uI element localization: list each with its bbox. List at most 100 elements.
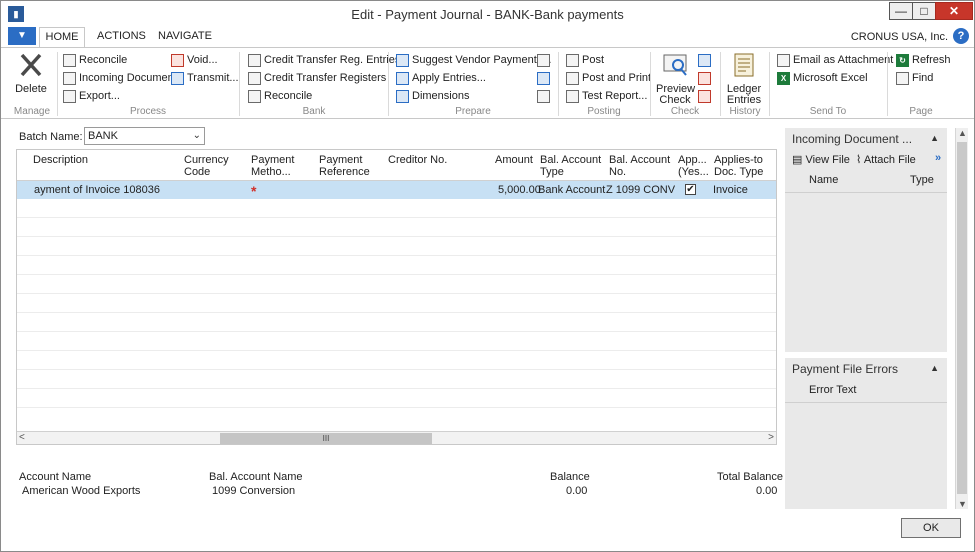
maximize-button[interactable]: □	[912, 2, 936, 20]
check-extra-button-3[interactable]	[698, 88, 714, 104]
view-file-button[interactable]: ▤ View File	[792, 153, 850, 166]
col-payment-method[interactable]: Payment Metho...	[251, 154, 294, 178]
col-label-line2: (Yes...	[678, 166, 709, 178]
collapse-caret-icon[interactable]: ▲	[930, 133, 939, 143]
post-and-print-button[interactable]: Post and Print	[566, 70, 651, 86]
vertical-scrollbar[interactable]: ▲ ▼	[955, 128, 968, 509]
cell-description[interactable]: ayment of Invoice 108036	[34, 184, 160, 196]
app-menu-button[interactable]: ▼	[8, 27, 36, 45]
delete-label: Delete	[15, 83, 47, 95]
col-bal-account-type[interactable]: Bal. Account Type	[540, 154, 601, 178]
cell-applies-to-doc-type[interactable]: Invoice	[713, 184, 748, 196]
col-amount[interactable]: Amount	[495, 154, 533, 166]
cell-amount[interactable]: 5,000.00	[498, 184, 541, 196]
required-field-icon[interactable]: *	[251, 183, 256, 199]
scroll-down-icon[interactable]: ▼	[958, 499, 967, 509]
row-divider	[17, 255, 776, 256]
horizontal-scrollbar[interactable]: < III >	[17, 431, 776, 444]
prepare-extra-button-2[interactable]	[537, 70, 553, 86]
batch-name-select[interactable]: BANK ⌄	[84, 127, 205, 145]
bank-reconcile-button[interactable]: Reconcile	[248, 88, 312, 104]
scroll-up-icon[interactable]: ▲	[958, 128, 967, 138]
email-as-attachment-label: Email as Attachment	[793, 54, 894, 66]
cell-bal-account-no[interactable]: Z 1099 CONV	[606, 184, 675, 196]
apply-entries-icon	[396, 71, 409, 85]
post-icon	[566, 53, 579, 67]
transmit-icon	[171, 71, 184, 85]
col-description[interactable]: Description	[33, 154, 88, 166]
binoculars-icon	[896, 71, 909, 85]
minimize-button[interactable]: —	[889, 2, 913, 20]
scroll-thumb[interactable]	[957, 142, 967, 494]
credit-transfer-registers-button[interactable]: Credit Transfer Registers	[248, 70, 386, 86]
col-payment-reference[interactable]: Payment Reference	[319, 154, 370, 178]
col-creditor-no[interactable]: Creditor No.	[388, 154, 447, 166]
check-extra-button-1[interactable]	[698, 52, 714, 68]
suggest-vendor-payments-button[interactable]: Suggest Vendor Payments...	[396, 52, 551, 68]
paperclip-icon: ⌇	[856, 154, 864, 166]
more-actions-icon[interactable]: »	[935, 152, 941, 164]
col-label-line2: Type	[540, 166, 564, 178]
payment-file-errors-title[interactable]: Payment File Errors	[792, 362, 898, 376]
apply-entries-button[interactable]: Apply Entries...	[396, 70, 486, 86]
ok-button[interactable]: OK	[901, 518, 961, 538]
tab-navigate[interactable]: NAVIGATE	[158, 30, 212, 42]
post-button[interactable]: Post	[566, 52, 604, 68]
credit-transfer-registers-icon	[248, 71, 261, 85]
export-button[interactable]: Export...	[63, 88, 120, 104]
void-button[interactable]: Void...	[171, 52, 218, 68]
col-applies-to-doc-type[interactable]: Applies-to Doc. Type	[714, 154, 763, 178]
attach-file-button[interactable]: ⌇ Attach File	[856, 153, 916, 166]
prepare-extra-button-3[interactable]	[537, 88, 553, 104]
delete-button[interactable]: Delete	[11, 52, 51, 95]
total-balance-label: Total Balance	[717, 471, 784, 483]
ribbon-separator	[720, 52, 721, 116]
help-icon[interactable]: ?	[953, 28, 969, 44]
void-all-checks-icon	[698, 89, 711, 103]
suggest-vendor-payments-label: Suggest Vendor Payments...	[412, 54, 552, 66]
group-label-check: Check	[670, 106, 700, 117]
refresh-button[interactable]: ↻ Refresh	[896, 52, 951, 68]
test-report-label: Test Report...	[582, 90, 648, 102]
ribbon-separator	[650, 52, 651, 116]
prepare-extra-button-1[interactable]	[537, 52, 553, 68]
test-report-button[interactable]: Test Report...	[566, 88, 647, 104]
row-divider	[17, 217, 776, 218]
incoming-document-label: Incoming Document	[79, 72, 177, 84]
scroll-left-icon[interactable]: <	[19, 432, 25, 443]
cell-bal-account-type[interactable]: Bank Account	[538, 184, 605, 196]
col-currency-code[interactable]: Currency Code	[184, 154, 229, 178]
tab-actions[interactable]: ACTIONS	[97, 30, 146, 42]
col-applies-yes[interactable]: App... (Yes...	[678, 154, 709, 178]
check-extra-button-2[interactable]	[698, 70, 714, 86]
col-bal-account-no[interactable]: Bal. Account No.	[609, 154, 670, 178]
find-button[interactable]: Find	[896, 70, 933, 86]
delete-x-icon	[20, 53, 42, 77]
tab-home[interactable]: HOME	[39, 27, 85, 48]
scroll-right-icon[interactable]: >	[768, 432, 774, 443]
incoming-document-title[interactable]: Incoming Document ...	[792, 132, 912, 146]
microsoft-excel-button[interactable]: X Microsoft Excel	[777, 70, 868, 86]
close-button[interactable]: ✕	[935, 2, 973, 20]
group-label-manage: Manage	[13, 106, 51, 117]
journal-lines-grid: Description Currency Code Payment Metho...…	[16, 149, 777, 445]
ribbon-separator	[57, 52, 58, 116]
transmit-button[interactable]: Transmit...	[171, 70, 239, 86]
ledger-entries-button[interactable]: Ledger Entries	[724, 52, 764, 106]
email-as-attachment-button[interactable]: Email as Attachment	[777, 52, 893, 68]
col-type: Type	[910, 174, 934, 186]
reconcile-button[interactable]: Reconcile	[63, 52, 127, 68]
suggest-payments-icon	[396, 53, 409, 67]
row-divider	[17, 293, 776, 294]
table-row[interactable]: ayment of Invoice 108036 * 5,000.00 Bank…	[17, 181, 776, 199]
col-amount-text: Amount	[495, 154, 533, 166]
credit-transfer-reg-entries-button[interactable]: Credit Transfer Reg. Entries	[248, 52, 400, 68]
incoming-document-button[interactable]: Incoming Document	[63, 70, 177, 86]
group-label-prepare: Prepare	[455, 106, 491, 117]
scroll-thumb[interactable]: III	[220, 433, 432, 444]
applies-checkbox[interactable]: ✔	[685, 184, 696, 195]
row-divider	[17, 350, 776, 351]
collapse-caret-icon[interactable]: ▲	[930, 363, 939, 373]
preview-check-button[interactable]: Preview Check	[656, 52, 695, 106]
dimensions-button[interactable]: Dimensions	[396, 88, 469, 104]
